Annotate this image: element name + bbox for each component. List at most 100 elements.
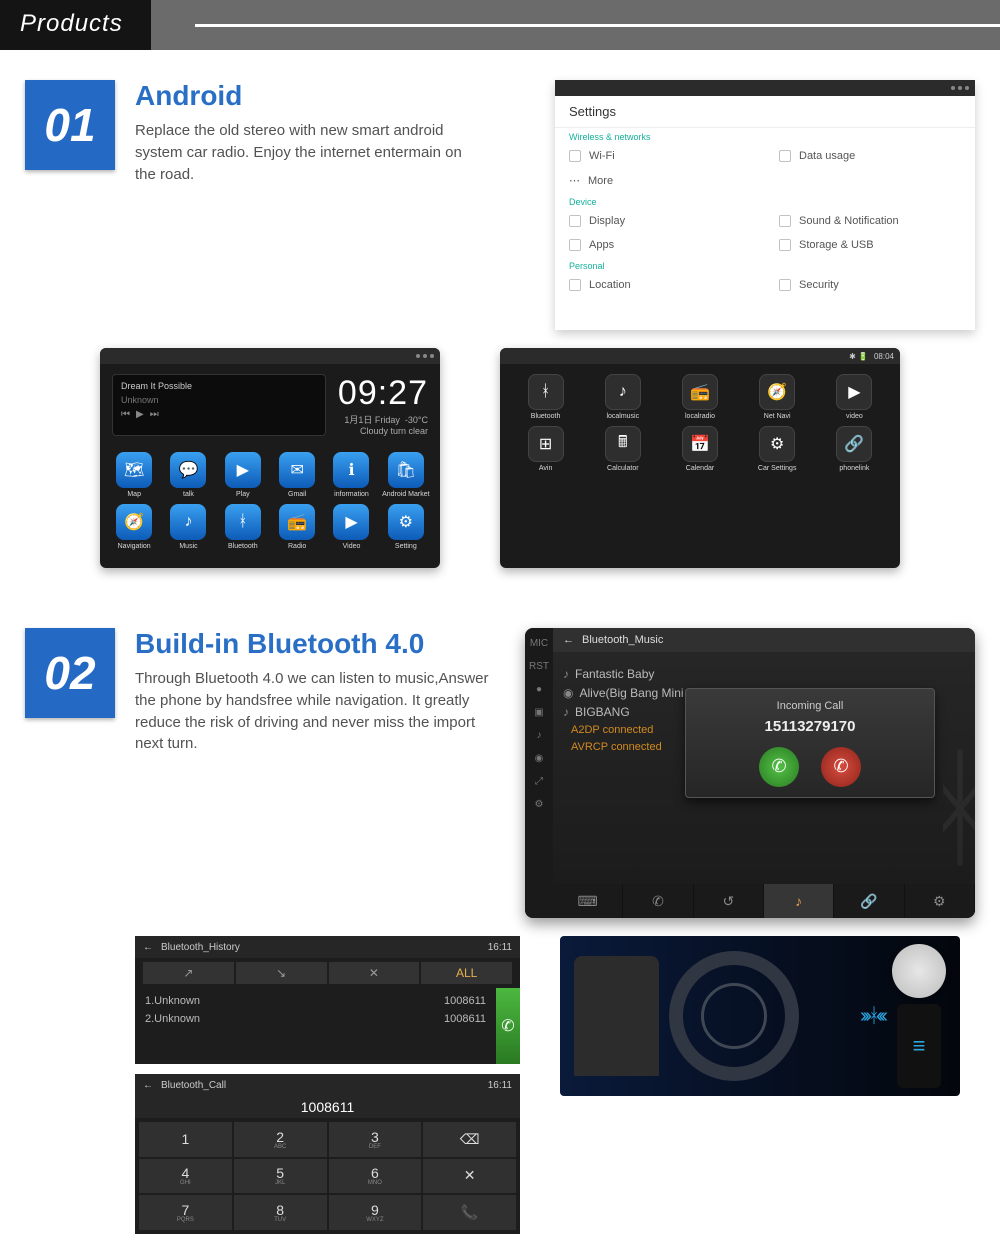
tab-music-icon[interactable]: ♪ — [764, 884, 834, 918]
bt-song-3: BIGBANG — [575, 705, 630, 719]
app-localmusic[interactable]: ♪localmusic — [587, 374, 658, 420]
item-location: Location — [589, 279, 631, 291]
keypad-key-3[interactable]: 3DEF — [329, 1122, 422, 1157]
group-personal: Personal — [555, 257, 975, 273]
side-button: ♪ — [537, 730, 542, 741]
item-security: Security — [799, 279, 839, 291]
app-localradio[interactable]: 📻localradio — [664, 374, 735, 420]
banner-title: Products — [0, 0, 151, 50]
item-wifi: Wi-Fi — [589, 150, 615, 162]
app-video[interactable]: ▶Video — [327, 504, 375, 550]
history-tab[interactable]: ✕ — [329, 962, 420, 984]
app-map[interactable]: 🗺Map — [110, 452, 158, 498]
history-tab[interactable]: ALL — [421, 962, 512, 984]
tab-settings-icon[interactable]: ⚙ — [905, 884, 975, 918]
keypad-key-1[interactable]: 1 — [139, 1122, 232, 1157]
dial-button[interactable]: ✆ — [496, 988, 520, 1064]
keypad-key-✕[interactable]: ✕ — [423, 1159, 516, 1194]
app-video[interactable]: ▶video — [819, 374, 890, 420]
keypad-key-5[interactable]: 5JKL — [234, 1159, 327, 1194]
clock-weather: Cloudy turn clear — [338, 426, 428, 436]
group-device: Device — [555, 193, 975, 209]
app-net navi[interactable]: 🧭Net Navi — [742, 374, 813, 420]
history-tab[interactable]: ↗ — [143, 962, 234, 984]
now-playing-widget: Dream It Possible Unknown ⏮▶⏭ — [112, 374, 326, 436]
section-02-title: Build-in Bluetooth 4.0 — [135, 628, 505, 660]
device-side-buttons: MIC RST ● ▣ ♪ ◉ ⤢ ⚙ — [525, 628, 553, 918]
keypad-key-8[interactable]: 8TUV — [234, 1195, 327, 1230]
app-bluetooth[interactable]: ᚼBluetooth — [510, 374, 581, 420]
app-phonelink[interactable]: 🔗phonelink — [819, 426, 890, 472]
item-sound: Sound & Notification — [799, 215, 899, 227]
section-01-number: 01 — [25, 80, 115, 170]
app-calendar[interactable]: 📅Calendar — [664, 426, 735, 472]
app-information[interactable]: ℹinformation — [327, 452, 375, 498]
tab-contacts-icon[interactable]: ✆ — [623, 884, 693, 918]
bluetooth-waves-icon: ›››ᚼ‹‹‹ — [860, 1005, 884, 1028]
side-button: ⤢ — [535, 776, 543, 787]
history-row: 2.Unknown1008611 — [145, 1010, 486, 1028]
np-artist: Unknown — [121, 395, 317, 405]
keypad-key-7[interactable]: 7PQRS — [139, 1195, 232, 1230]
app-bluetooth[interactable]: ᚼBluetooth — [219, 504, 267, 550]
homescreen-2: ✱ 🔋08:04 ᚼBluetooth♪localmusic📻localradi… — [500, 348, 900, 568]
home2-app-grid: ᚼBluetooth♪localmusic📻localradio🧭Net Nav… — [500, 364, 900, 482]
home1-app-grid: 🗺Map💬talk▶Play✉Gmailℹinformation🛍Android… — [100, 442, 440, 560]
dial-number-display: 1008611 — [135, 1096, 520, 1118]
group-wireless: Wireless & networks — [555, 128, 975, 144]
item-apps: Apps — [589, 239, 614, 251]
keypad-key-2[interactable]: 2ABC — [234, 1122, 327, 1157]
banner-rule — [195, 24, 1000, 27]
section-01-desc: Replace the old stereo with new smart an… — [135, 120, 485, 185]
tab-dialer-icon[interactable]: ⌨ — [553, 884, 623, 918]
app-navigation[interactable]: 🧭Navigation — [110, 504, 158, 550]
section-01: 01 Android Replace the old stereo with n… — [0, 50, 1000, 588]
tab-link-icon[interactable]: 🔗 — [834, 884, 904, 918]
bluetooth-music-screenshot: MICRST●▣♪◉⤢⚙ ←Bluetooth_Music ♪Fantastic… — [525, 628, 975, 918]
headset-person-icon — [892, 944, 946, 998]
app-talk[interactable]: 💬talk — [164, 452, 212, 498]
app-android market[interactable]: 🛍Android Market — [382, 452, 430, 498]
side-button: ▣ — [534, 707, 543, 718]
bt-bottom-tabs: ⌨ ✆ ↺ ♪ 🔗 ⚙ — [553, 884, 975, 918]
car-seat-graphic — [574, 956, 659, 1076]
section-02: 02 Build-in Bluetooth 4.0 Through Blueto… — [0, 588, 1000, 1254]
keypad-key-4[interactable]: 4GHI — [139, 1159, 232, 1194]
app-avin[interactable]: ⊞Avin — [510, 426, 581, 472]
app-calculator[interactable]: 🖩Calculator — [587, 426, 658, 472]
side-button: ● — [536, 684, 542, 695]
bt-music-title: Bluetooth_Music — [582, 634, 663, 646]
incoming-call-popup: Incoming Call 15113279170 ✆ ✆ — [685, 688, 935, 798]
app-car settings[interactable]: ⚙Car Settings — [742, 426, 813, 472]
keypad-key-9[interactable]: 9WXYZ — [329, 1195, 422, 1230]
accept-call-button[interactable]: ✆ — [759, 747, 799, 787]
side-button: ◉ — [535, 753, 544, 764]
app-setting[interactable]: ⚙Setting — [382, 504, 430, 550]
keypad-key-⌫[interactable]: ⌫ — [423, 1122, 516, 1157]
section-01-title: Android — [135, 80, 535, 112]
side-button: MIC — [530, 638, 548, 649]
app-gmail[interactable]: ✉Gmail — [273, 452, 321, 498]
section-02-desc: Through Bluetooth 4.0 we can listen to m… — [135, 668, 505, 755]
keypad-key-6[interactable]: 6MNO — [329, 1159, 422, 1194]
section-02-number: 02 — [25, 628, 115, 718]
steering-wheel-graphic — [669, 951, 799, 1081]
app-radio[interactable]: 📻Radio — [273, 504, 321, 550]
side-button: ⚙ — [535, 799, 544, 810]
app-play[interactable]: ▶Play — [219, 452, 267, 498]
clock-widget: 09:27 1月1日 Friday -30°C Cloudy turn clea… — [338, 374, 428, 436]
reject-call-button[interactable]: ✆ — [821, 747, 861, 787]
section-banner: Products — [0, 0, 1000, 50]
back-icon: ← — [563, 634, 574, 646]
history-row: 1.Unknown1008611 — [145, 992, 486, 1010]
bluetooth-dial-screenshot: ←Bluetooth_Call16:11 1008611 12ABC3DEF⌫4… — [135, 1074, 520, 1234]
np-track: Dream It Possible — [121, 381, 317, 391]
bt-call-title: Bluetooth_Call — [161, 1080, 226, 1091]
clock-time: 09:27 — [338, 374, 428, 413]
side-button: RST — [529, 661, 549, 672]
history-tab[interactable]: ↘ — [236, 962, 327, 984]
app-music[interactable]: ♪Music — [164, 504, 212, 550]
keypad-key-📞[interactable]: 📞 — [423, 1195, 516, 1230]
smartphone-icon: ≡ — [897, 1004, 941, 1088]
tab-history-icon[interactable]: ↺ — [694, 884, 764, 918]
